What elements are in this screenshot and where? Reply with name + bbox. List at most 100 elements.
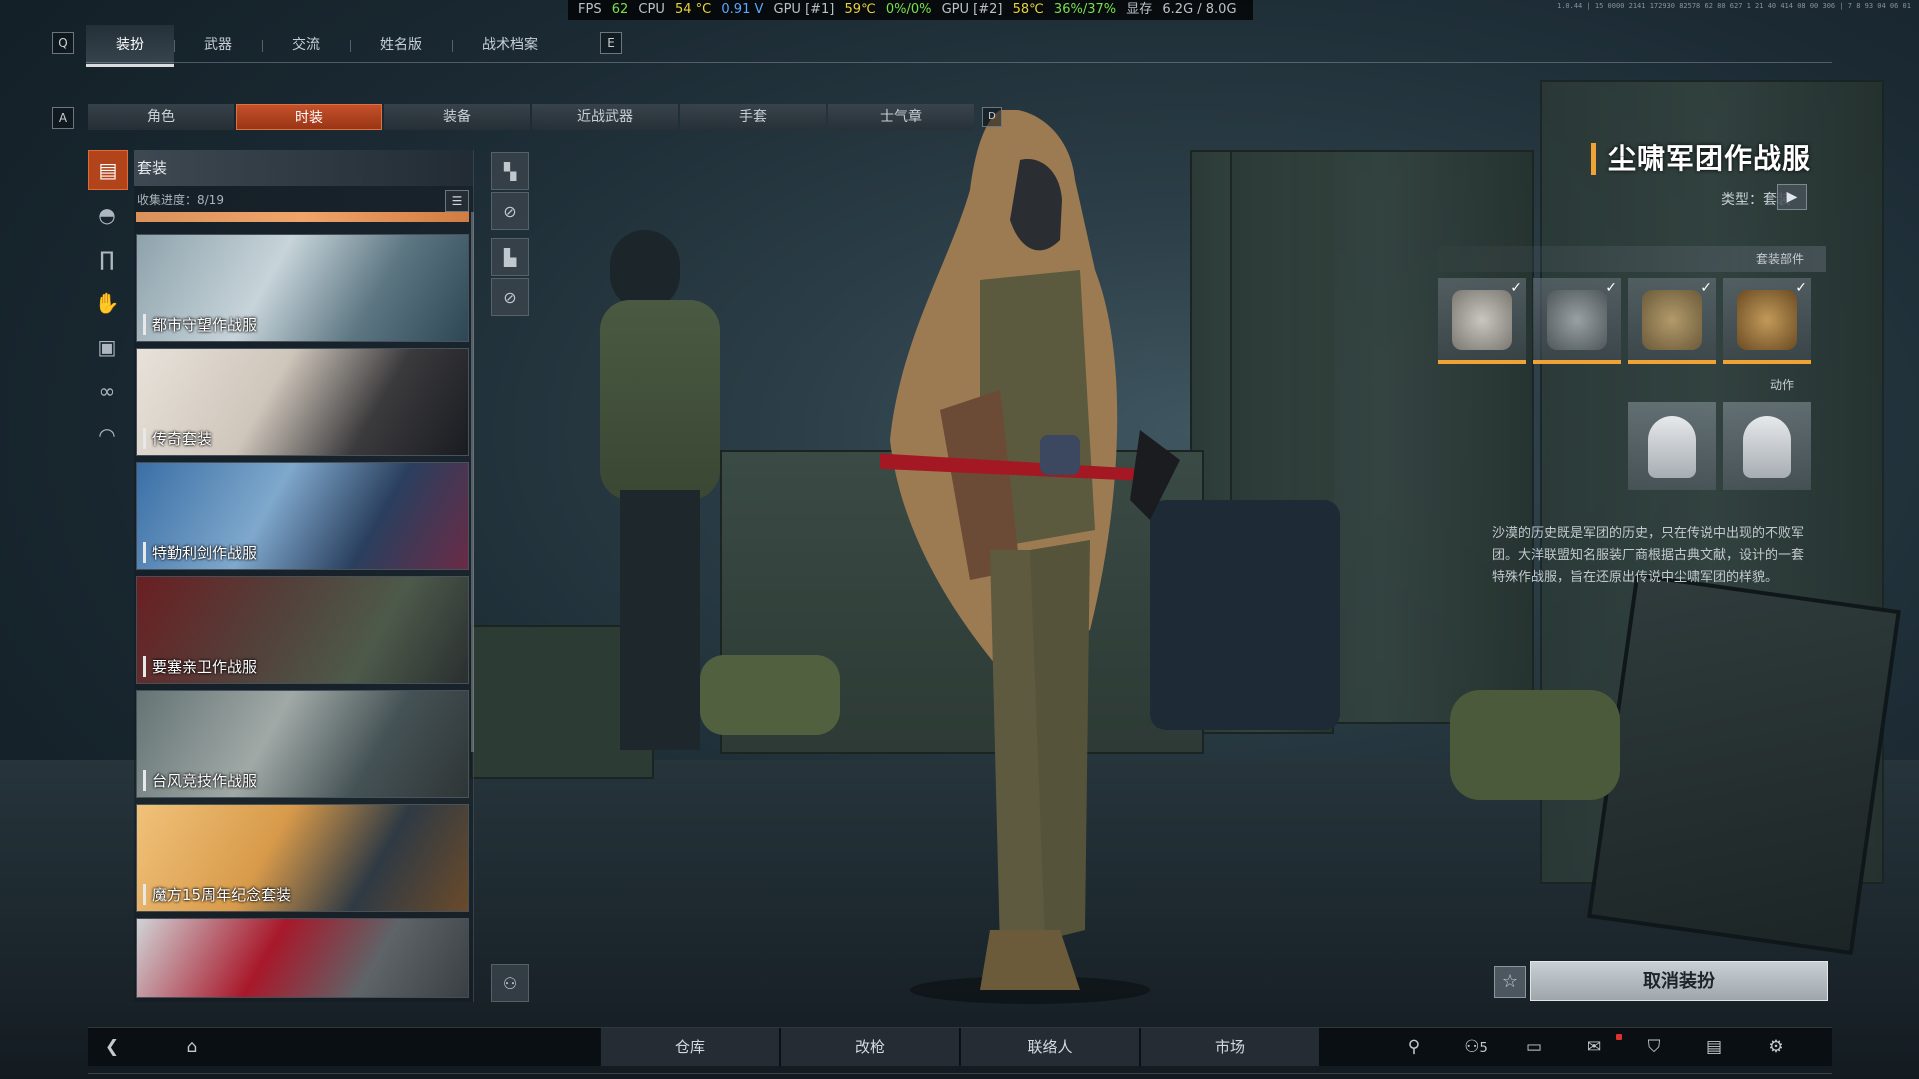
system-info-text: 1.0.44 | 15 0000 2141 172930 82578 62 80… (1556, 2, 1911, 10)
outfit-name: 台风竞技作战服 (143, 770, 257, 791)
cpu-label: CPU (638, 2, 665, 17)
friends-icon[interactable]: ⚇5 (1446, 1028, 1506, 1066)
jacket-icon (1547, 290, 1607, 350)
list-item[interactable]: 都市守望作战服 (136, 234, 469, 342)
subtab-melee[interactable]: 近战武器 (532, 104, 678, 130)
outfit-name: 特勤利剑作战服 (143, 542, 257, 563)
bag-toggle-icon[interactable]: ▙ (491, 238, 529, 276)
camera-icon[interactable]: ▶ (1777, 184, 1807, 210)
part-slot-pants[interactable]: ✓ (1628, 278, 1716, 364)
pants-icon[interactable]: ∏ (88, 240, 126, 278)
tab-nameplate[interactable]: 姓名版 (350, 25, 452, 65)
filter-button[interactable]: ☰ (445, 190, 469, 212)
part-slot-mask[interactable]: ✓ (1438, 278, 1526, 364)
cpu-temp: 54 °C (674, 2, 712, 17)
outfit-name: 都市守望作战服 (143, 314, 257, 335)
clipboard-icon[interactable]: ▤ (1690, 1028, 1738, 1066)
list-item[interactable]: 要塞亲卫作战服 (136, 576, 469, 684)
action-label: 动作 (1770, 378, 1795, 392)
subtab-morale-patch[interactable]: 士气章 (828, 104, 974, 130)
subtab-equipment[interactable]: 装备 (384, 104, 530, 130)
outfit-list-panel: 套装 收集进度：8/19 ☰ 都市守望作战服 传奇套装 特勤利剑作战服 要塞亲卫… (134, 150, 474, 1002)
gpu1-label: GPU [#1] (773, 2, 835, 17)
gpu2-temp: 58℃ (1012, 2, 1044, 17)
part-slot-boots[interactable]: ✓ (1723, 278, 1811, 364)
favorite-star-icon[interactable]: ☆ (1494, 966, 1526, 998)
top-divider (86, 62, 1832, 63)
nav-contacts[interactable]: 联络人 (960, 1028, 1139, 1066)
list-item[interactable]: 魔方15周年纪念套装 (136, 804, 469, 912)
tab-social[interactable]: 交流 (262, 25, 350, 65)
cpu-voltage: 0.91 V (721, 2, 764, 17)
gpu1-temp: 59℃ (844, 2, 876, 17)
back-arrow-icon[interactable]: ❮ (88, 1028, 136, 1066)
list-item[interactable]: 台风竞技作战服 (136, 690, 469, 798)
list-item[interactable]: 特勤利剑作战服 (136, 462, 469, 570)
duffel-bag (700, 655, 840, 735)
fps-value: 62 (611, 2, 629, 17)
subtab-fashion[interactable]: 时装 (236, 104, 382, 130)
helmet-icon[interactable]: ◓ (88, 196, 126, 234)
outfit-name: 要塞亲卫作战服 (143, 656, 257, 677)
action-slot-1[interactable] (1628, 402, 1716, 490)
vram-value: 6.2G / 8.0G (1162, 2, 1237, 17)
pose-figure-icon (1648, 416, 1696, 478)
outfit-name: 魔方15周年纪念套装 (143, 884, 291, 905)
nav-warehouse[interactable]: 仓库 (600, 1028, 779, 1066)
shirt-hide-icon[interactable]: ⊘ (491, 192, 529, 230)
mail-icon[interactable]: ✉ (1570, 1028, 1618, 1066)
pose-figure-icon (1743, 416, 1791, 478)
duffel-bag (1450, 690, 1620, 800)
gloves-icon[interactable]: ✋ (88, 284, 126, 322)
friends-glyph: ⚇ (1464, 1037, 1480, 1057)
action-slot-2[interactable] (1723, 402, 1811, 490)
tab-weapons[interactable]: 武器 (174, 25, 262, 65)
subtab-gloves[interactable]: 手套 (680, 104, 826, 130)
gpu2-load: 36%/37% (1053, 2, 1117, 17)
tab-outfit[interactable]: 装扮 (86, 25, 174, 67)
collection-progress: 收集进度：8/19 (137, 193, 224, 207)
tab-tactical-file[interactable]: 战术档案 (452, 25, 568, 65)
item-title: 尘啸军团作战服 (1590, 143, 1811, 175)
part-slot-jacket[interactable]: ✓ (1533, 278, 1621, 364)
home-icon[interactable]: ⌂ (168, 1028, 216, 1066)
mannequin-legs (620, 490, 700, 750)
chat-icon[interactable]: ▭ (1510, 1028, 1558, 1066)
gpu2-label: GPU [#2] (941, 2, 1003, 17)
q-key-hint[interactable]: Q (52, 32, 74, 54)
d-key-hint[interactable]: D (982, 107, 1002, 127)
shirt-toggle-icon[interactable]: ▚ (491, 152, 529, 190)
fps-label: FPS (578, 2, 602, 17)
list-scrollbar[interactable] (471, 212, 474, 752)
e-key-hint[interactable]: E (600, 32, 622, 54)
friend-search-icon[interactable]: ⚲ (1390, 1028, 1438, 1066)
outfit-thumbnail (137, 919, 468, 997)
pants-part-icon (1642, 290, 1702, 350)
subtab-character[interactable]: 角色 (88, 104, 234, 130)
list-item[interactable] (136, 918, 469, 998)
cap-icon[interactable]: ◠ (88, 416, 126, 454)
list-header: 套装 (134, 150, 473, 186)
goggles-icon[interactable]: ∞ (88, 372, 126, 410)
settings-gear-icon[interactable]: ⚙ (1752, 1028, 1800, 1066)
a-key-hint[interactable]: A (52, 107, 74, 129)
change-character-icon[interactable]: ⚇ (491, 964, 529, 1002)
boots-icon (1737, 290, 1797, 350)
mannequin-vest (600, 300, 720, 500)
bag-hide-icon[interactable]: ⊘ (491, 278, 529, 316)
store-bag-icon[interactable]: ⛉ (1630, 1028, 1678, 1066)
parts-header: 套装部件 (1438, 246, 1826, 272)
outfit-name: 传奇套装 (143, 428, 212, 449)
vest-icon[interactable]: ▣ (88, 328, 126, 366)
check-icon: ✓ (1795, 280, 1807, 296)
nav-gunsmith[interactable]: 改枪 (780, 1028, 959, 1066)
outfit-icon[interactable]: ▤ (88, 150, 128, 190)
check-icon: ✓ (1510, 280, 1522, 296)
character-model[interactable] (880, 110, 1180, 1010)
nav-market[interactable]: 市场 (1140, 1028, 1319, 1066)
gpu1-load: 0%/0% (885, 2, 932, 17)
vram-label: 显存 (1126, 2, 1153, 17)
selected-outfit-card[interactable] (136, 212, 469, 222)
unequip-button[interactable]: 取消装扮 (1530, 961, 1828, 1001)
list-item[interactable]: 传奇套装 (136, 348, 469, 456)
